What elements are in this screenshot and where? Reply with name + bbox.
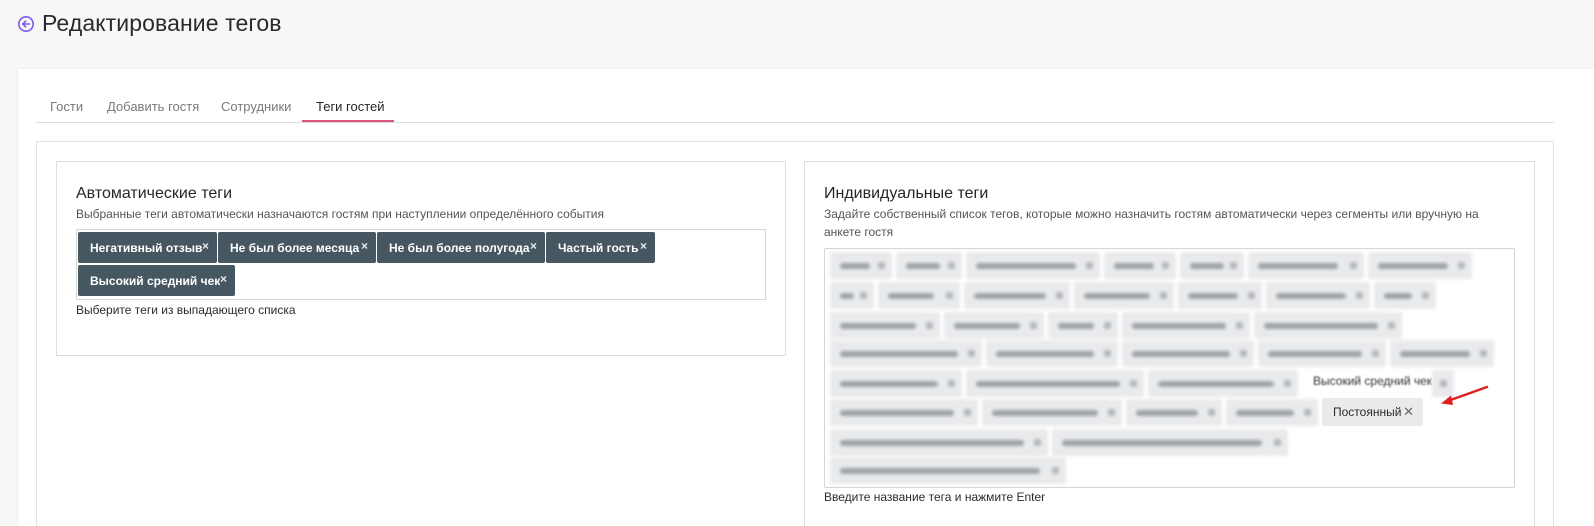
redacted-tag-chip[interactable] bbox=[878, 282, 960, 309]
tab-add-guest[interactable]: Добавить гостя bbox=[107, 99, 199, 114]
tag-chip-highlighted[interactable]: Постоянный ✕ bbox=[1322, 398, 1423, 426]
remove-tag-icon[interactable]: × bbox=[220, 272, 227, 286]
tab-guest-tags[interactable]: Теги гостей bbox=[316, 99, 385, 114]
redacted-tag-chip[interactable] bbox=[1390, 340, 1494, 367]
redacted-tag-chip[interactable] bbox=[1126, 399, 1222, 426]
redacted-tag-chip[interactable] bbox=[830, 252, 892, 279]
active-tab-indicator bbox=[302, 120, 394, 122]
individual-tags-description: Задайте собственный список тегов, которы… bbox=[824, 207, 1479, 239]
partially-visible-tag: Высокий средний чек bbox=[1313, 374, 1433, 388]
tab-staff[interactable]: Сотрудники bbox=[221, 99, 291, 114]
remove-tag-icon[interactable]: × bbox=[361, 239, 368, 253]
tag-chip-label: Не был более месяца bbox=[230, 240, 360, 255]
tag-chip-label: Негативный отзыв bbox=[90, 240, 203, 255]
tag-chip-label: Высокий средний чек bbox=[90, 273, 221, 288]
redacted-tag-chip[interactable] bbox=[966, 252, 1100, 279]
redacted-tag-chip[interactable] bbox=[966, 370, 1144, 397]
redacted-tag-chip[interactable] bbox=[1052, 429, 1288, 456]
annotation-arrow-icon bbox=[1441, 385, 1489, 405]
tag-chip[interactable]: Высокий средний чек × bbox=[78, 265, 235, 296]
redacted-tag-chip[interactable] bbox=[1258, 340, 1386, 367]
tag-chip-label: Частый гость bbox=[558, 240, 639, 255]
tag-chip[interactable]: Частый гость × bbox=[546, 232, 655, 263]
auto-tags-title: Автоматические теги bbox=[76, 185, 233, 202]
individual-tags-title: Индивидуальные теги bbox=[824, 185, 989, 202]
redacted-tag-chip[interactable] bbox=[944, 312, 1044, 339]
remove-tag-icon[interactable]: × bbox=[640, 239, 647, 253]
auto-tags-description: Выбранные теги автоматически назначаются… bbox=[76, 207, 604, 221]
redacted-tag-chip[interactable] bbox=[1368, 252, 1472, 279]
redacted-tag-chip[interactable] bbox=[1148, 370, 1298, 397]
redacted-tag-chip[interactable] bbox=[1122, 340, 1254, 367]
redacted-tag-chip[interactable] bbox=[830, 399, 978, 426]
tab-bar: Гости Добавить гостя Сотрудники Теги гос… bbox=[36, 92, 1554, 123]
redacted-tag-chip[interactable] bbox=[982, 399, 1122, 426]
redacted-tag-chip[interactable] bbox=[964, 282, 1070, 309]
tag-chip-label: Не был более полугода bbox=[389, 240, 530, 255]
page-title: Редактирование тегов bbox=[42, 10, 282, 36]
redacted-tag-chip[interactable] bbox=[830, 429, 1048, 456]
redacted-tag-chip[interactable] bbox=[1254, 312, 1402, 339]
remove-tag-icon[interactable]: ✕ bbox=[1403, 404, 1414, 420]
redacted-tag-chip[interactable] bbox=[830, 282, 874, 309]
redacted-tag-chip[interactable] bbox=[896, 252, 962, 279]
page-header: Редактирование тегов bbox=[0, 0, 1594, 70]
redacted-tag-chip[interactable] bbox=[830, 312, 940, 339]
redacted-tag-chip[interactable] bbox=[1122, 312, 1250, 339]
redacted-tag-chip[interactable] bbox=[1266, 282, 1370, 309]
redacted-tag-chip[interactable] bbox=[1074, 282, 1174, 309]
redacted-tag-chip[interactable] bbox=[1248, 252, 1364, 279]
redacted-tag-chip[interactable] bbox=[1374, 282, 1436, 309]
auto-tags-hint: Выберите теги из выпадающего списка bbox=[76, 303, 296, 317]
redacted-tag-chip[interactable] bbox=[986, 340, 1118, 367]
tag-chip[interactable]: Не был более полугода × bbox=[377, 232, 545, 263]
tag-chip-label: Постоянный bbox=[1333, 405, 1402, 419]
redacted-tag-chip[interactable] bbox=[830, 340, 982, 367]
redacted-tag-chip[interactable] bbox=[830, 370, 962, 397]
redacted-tag-chip[interactable] bbox=[1104, 252, 1176, 279]
remove-tag-icon[interactable]: × bbox=[202, 239, 209, 253]
redacted-tag-chip[interactable] bbox=[1180, 252, 1244, 279]
tag-chip[interactable]: Негативный отзыв × bbox=[78, 232, 217, 263]
back-arrow-icon[interactable] bbox=[17, 15, 35, 33]
redacted-tag-chip[interactable] bbox=[830, 457, 1066, 484]
redacted-tag-chip[interactable] bbox=[1226, 399, 1318, 426]
tab-guests[interactable]: Гости bbox=[50, 99, 83, 114]
tag-chip[interactable]: Не был более месяца × bbox=[218, 232, 376, 263]
individual-tags-hint: Введите название тега и нажмите Enter bbox=[824, 490, 1046, 504]
redacted-tag-chip[interactable] bbox=[1178, 282, 1262, 309]
remove-tag-icon[interactable]: × bbox=[530, 239, 537, 253]
redacted-tag-chip[interactable] bbox=[1048, 312, 1118, 339]
